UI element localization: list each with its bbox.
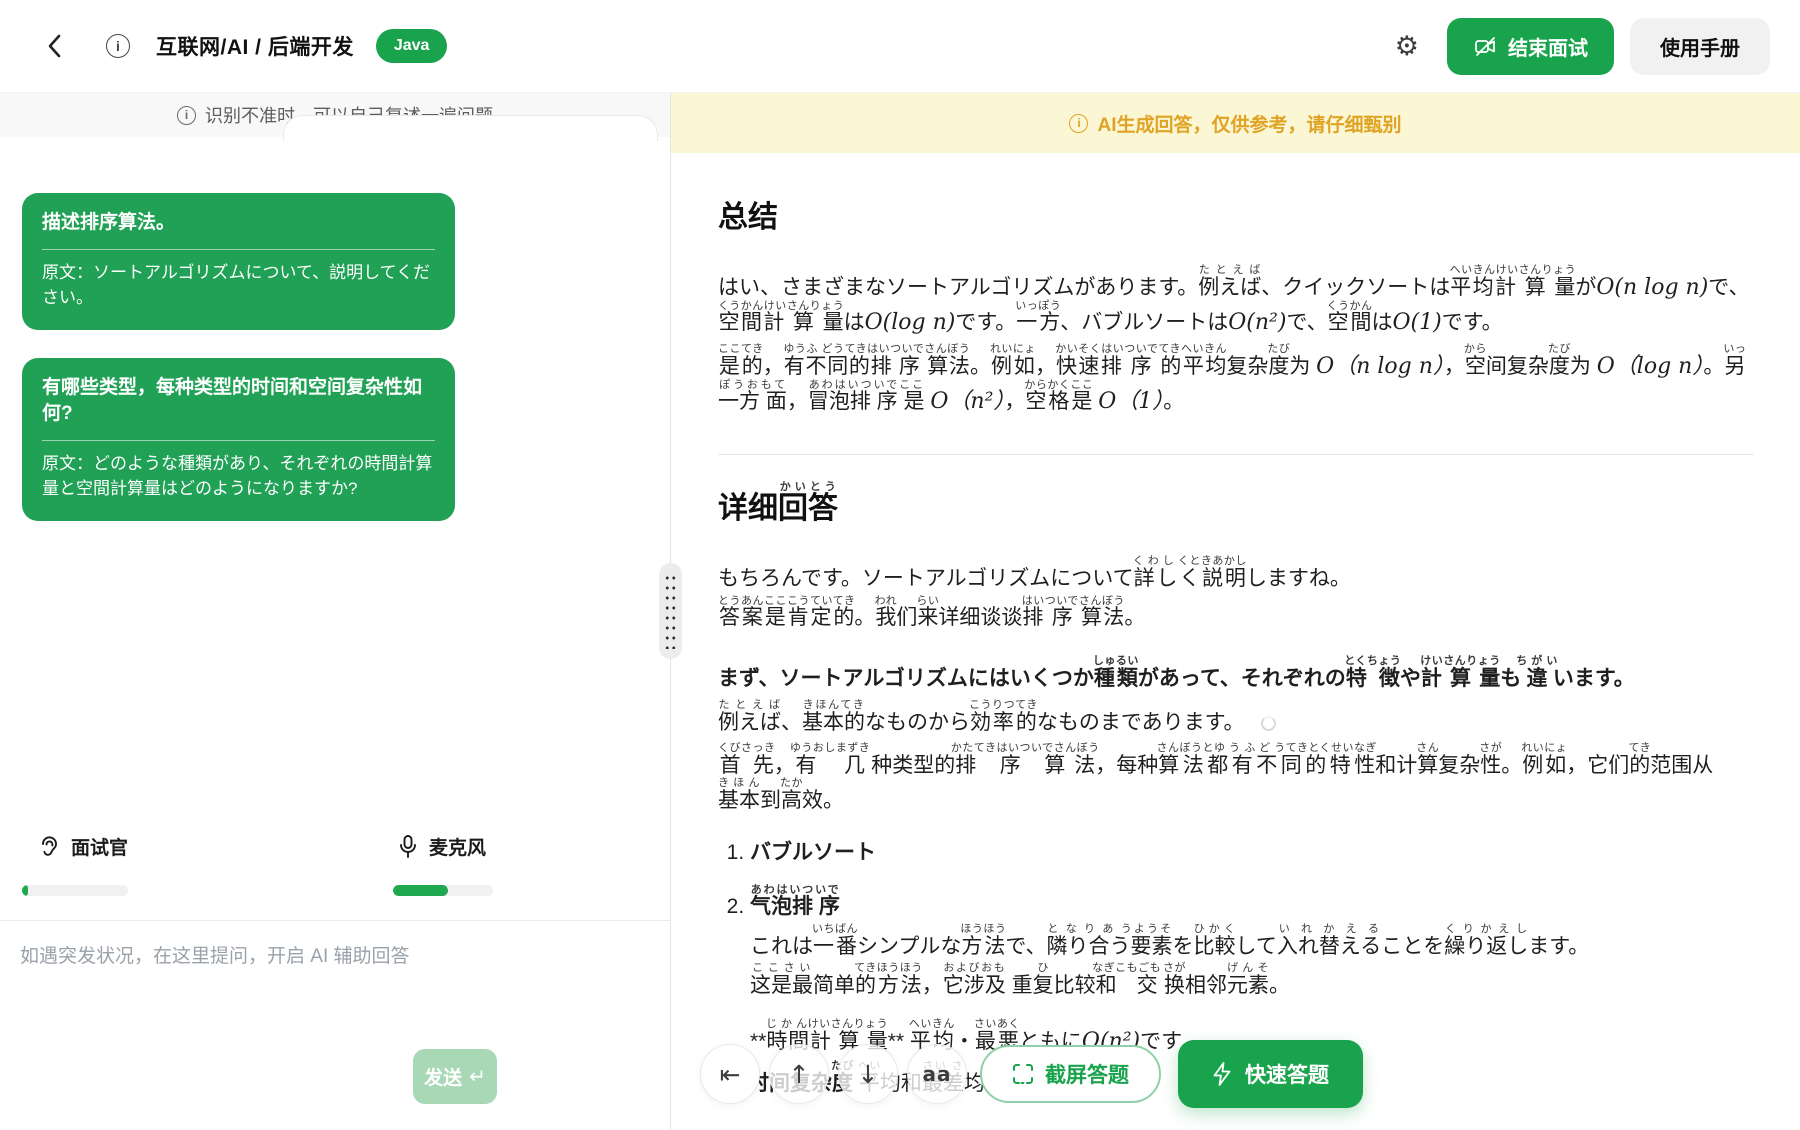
ai-disclaimer-banner: i AI生成回答，仅供参考，请仔细甄别 [671,93,1800,153]
panel-resize-handle[interactable] [659,563,682,659]
scroll-up-button[interactable]: ↑ [769,1044,829,1104]
sort-algorithm-list: バブルソート 气泡排 序あわはいついで これは一番いちばんシンプルな方法ほうほう… [718,837,1754,1002]
font-size-button[interactable]: aa [907,1044,967,1104]
list-item: 气泡排 序あわはいついで これは一番いちばんシンプルな方法ほうほうで、隣り合う要… [750,884,1754,1002]
audio-sources-row: 面试官 麦克风 [0,833,670,860]
screenshot-answer-label: 截屏答题 [1045,1059,1129,1089]
list-item-desc-zh: 这是最ここさい简单的方法てきほうほう，它涉及およびおも 重复ひ比较和 交なぎこも… [750,962,1754,1002]
back-button[interactable] [38,29,72,63]
detail-overview-zh: 首 先くびさっき，有 几ゆうおしまずき 种类型的排 序 算法かたてきはいついでさ… [718,742,1754,817]
interviewer-label: 面试官 [71,833,128,860]
font-size-icon: aa [923,1062,952,1086]
send-label: 发送 [424,1063,462,1090]
question-text: 描述排序算法。 [42,210,435,237]
summary-paragraph-ja: はい、さまざまなソートアルゴリズムがあります。例えばた と え ば、クイックソー… [718,264,1754,339]
bubble-divider [42,249,435,250]
end-interview-label: 结束面试 [1508,32,1588,61]
answer-content: 总结 はい、さまざまなソートアルゴリズムがあります。例えばた と え ば、クイッ… [671,195,1800,1100]
end-interview-button[interactable]: 结束面试 [1447,18,1614,75]
interview-assistant-app: i 互联网/AI / 后端开发 Java ⚙ 结束面试 使用手册 i 识别不准时… [0,0,1800,1130]
microphone-level-bar [393,885,493,896]
send-button[interactable]: 发送 ↵ [413,1049,497,1104]
scan-frame-icon [1012,1063,1034,1085]
top-bar: i 互联网/AI / 后端开发 Java ⚙ 结束面试 使用手册 [0,0,1800,93]
list-item-title: バブルソート [750,841,876,864]
ask-input-area: 发送 ↵ [0,920,670,1130]
info-icon[interactable]: i [106,34,130,58]
ask-input[interactable] [20,941,620,1051]
notice-info-icon: i [177,106,196,125]
question-original-text: 原文：ソートアルゴリズムについて、説明してください。 [42,260,435,311]
section-divider [718,454,1754,455]
ear-icon [38,835,60,859]
detail-example-ja: 例えばた と え ば、基本的きほんてきなものから効率的こうりつてきなものまであり… [718,699,1754,739]
quick-answer-label: 快速答题 [1245,1059,1329,1089]
arrow-down-icon: ↓ [858,1060,879,1089]
arrow-up-icon: ↑ [789,1060,810,1089]
camera-off-icon [1473,34,1497,58]
top-bar-actions: ⚙ 结束面试 使用手册 [1395,18,1770,75]
answer-toolbar: ⇤ ↑ ↓ aa 截屏答题 快速答题 [700,1040,1363,1108]
summary-heading: 总结 [718,195,1754,240]
chevron-left-icon [45,33,65,59]
microphone-label: 麦克风 [429,833,486,860]
question-panel: i 识别不准时，可以自己复述一遍问题 描述排序算法。 原文：ソートアルゴリズムに… [0,93,670,1130]
detail-heading: 详细回答かいとう [718,481,1754,531]
list-item: バブルソート [750,837,1754,869]
question-text: 有哪些类型，每种类型的时间和空间复杂性如何? [42,375,435,428]
drag-dots-icon [664,573,677,649]
jump-to-start-icon: ⇤ [720,1060,741,1089]
lightning-bolt-icon [1212,1062,1232,1086]
detail-intro: もちろんです。ソートアルゴリズムについて詳しく説明く わ し くときあかしします… [718,555,1754,633]
bubble-divider [42,440,435,441]
banner-text: AI生成回答，仅供参考，请仔细甄别 [1097,110,1401,137]
list-item-desc-ja: これは一番いちばんシンプルな方法ほうほうで、隣り合う要素と な り あ うようそ… [750,923,1754,963]
user-manual-button[interactable]: 使用手册 [1630,18,1770,75]
microphone-audio-group: 麦克风 [398,833,486,860]
scroll-down-button[interactable]: ↓ [838,1044,898,1104]
microphone-icon [398,834,418,860]
detail-example-ja-text: 例えばた と え ば、基本的きほんてきなものから効率的こうりつてきなものまであり… [718,711,1245,734]
question-bubble[interactable]: 描述排序算法。 原文：ソートアルゴリズムについて、説明してください。 [22,193,455,330]
summary-paragraph-zh: 是的ここてき，有不同的排 序 算法ゆうふ どうてきはいついでさんぼう。例如れいに… [718,343,1754,418]
detail-intro-zh: 答案是肯定的とうあんこここうていてき。我われ们来らい详细谈谈排 序 算法はいつい… [718,595,1754,634]
previous-card-peek [283,115,658,141]
detail-overview-ja-bold: まず、ソートアルゴリズムにはいくつか種類しゅるいがあって、それぞれの特 徴とくち… [718,655,1754,695]
settings-gear-icon[interactable]: ⚙ [1395,33,1419,60]
question-bubble[interactable]: 有哪些类型，每种类型的时间和空间复杂性如何? 原文：どのような種類があり、それぞ… [22,358,455,521]
detail-intro-ja: もちろんです。ソートアルゴリズムについて詳しく説明く わ し くときあかしします… [718,555,1754,595]
enter-key-icon: ↵ [469,1064,486,1089]
language-badge: Java [376,29,448,63]
loading-spinner [1261,716,1276,731]
jump-to-start-button[interactable]: ⇤ [700,1044,760,1104]
screenshot-answer-button[interactable]: 截屏答题 [980,1045,1161,1103]
quick-answer-button[interactable]: 快速答题 [1178,1040,1363,1108]
interviewer-level-bar [22,885,128,896]
banner-info-icon: i [1069,114,1088,133]
question-original-text: 原文：どのような種類があり、それぞれの時間計算量と空間計算量はどのようになります… [42,451,435,502]
list-item-title: 气泡排 序あわはいついで [750,895,840,918]
page-title: 互联网/AI / 后端开发 [156,31,354,61]
interviewer-audio-group: 面试官 [38,833,128,860]
ai-answer-panel: i AI生成回答，仅供参考，请仔细甄别 总结 はい、さまざまなソートアルゴリズム… [671,93,1800,1130]
